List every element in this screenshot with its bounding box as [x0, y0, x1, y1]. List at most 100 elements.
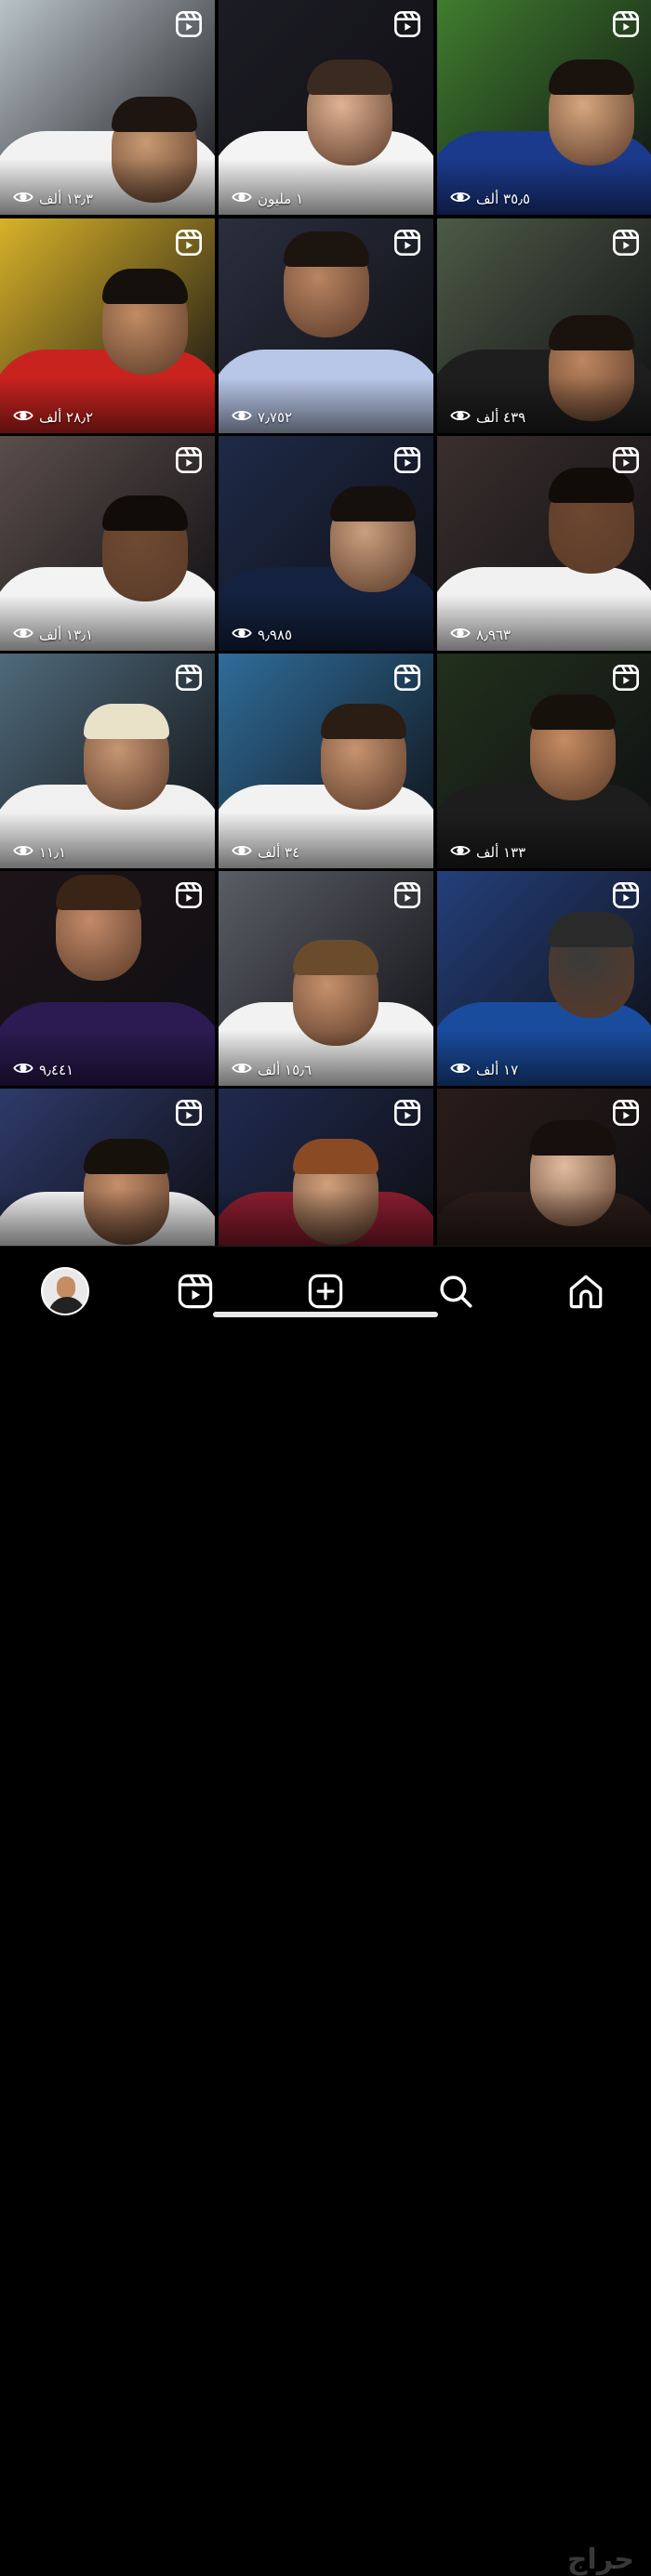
thumbnail-gradient [437, 1190, 651, 1246]
view-count: ١٣٫١ ألف [13, 626, 93, 644]
reel-thumbnail[interactable]: ٩٫٩٨٥ [219, 436, 433, 651]
player-hair [112, 97, 197, 132]
eye-icon [450, 626, 471, 644]
player-hair [549, 315, 634, 350]
view-count-label: ١٧ ألف [476, 1062, 519, 1078]
view-count: ٤٣٩ ألف [450, 408, 525, 427]
view-count-label: ٧٫٧٥٢ [258, 409, 293, 426]
player-hair [102, 495, 188, 531]
view-count-label: ٢٨٫٢ ألف [39, 409, 94, 426]
create-post-icon [308, 1274, 343, 1309]
reels-grid: ١٣٫٣ ألف ١ مليون ٣٥٫٥ ألف ٢٨٫٢ ألف ٧٫٧٥٢ ٤٣٩ … [0, 0, 651, 1246]
view-count-label: ٨٫٩٦٣ [476, 627, 512, 643]
reel-icon [174, 880, 204, 910]
reel-icon [611, 880, 641, 910]
view-count-label: ١٣٫١ ألف [39, 627, 94, 643]
reel-icon [392, 9, 422, 39]
reel-thumbnail[interactable]: ١٣٫٣ ألف [0, 0, 215, 215]
reel-icon [392, 1098, 422, 1128]
view-count: ٣٥٫٥ ألف [450, 190, 530, 208]
tab-create[interactable] [299, 1265, 352, 1317]
view-count-label: ٣٤ ألف [258, 844, 300, 861]
home-indicator [213, 1312, 438, 1317]
player-hair [530, 1120, 616, 1156]
eye-icon [13, 190, 33, 208]
avatar [41, 1267, 89, 1315]
search-icon [440, 1275, 472, 1308]
reel-thumbnail[interactable]: ١ مليون [219, 0, 433, 215]
player-hair [549, 59, 634, 95]
reel-thumbnail[interactable]: ٢٨٫٢ ألف [0, 218, 215, 433]
player-hair [84, 1139, 169, 1174]
view-count: ٩٫٩٨٥ [232, 626, 292, 644]
reel-thumbnail[interactable]: ٣٤ ألف [219, 654, 433, 868]
player-hair [307, 59, 392, 95]
view-count-label: ١٥٫٦ ألف [258, 1062, 312, 1078]
reel-icon [174, 9, 204, 39]
reel-icon [611, 445, 641, 475]
reel-thumbnail[interactable]: ٩٫٤٤١ [0, 871, 215, 1086]
reel-thumbnail[interactable]: ٤٣٩ ألف [437, 218, 651, 433]
view-count: ١ مليون [232, 190, 303, 208]
reel-icon [174, 1098, 204, 1128]
eye-icon [232, 408, 252, 427]
view-count: ١٧ ألف [450, 1061, 518, 1079]
reel-thumbnail[interactable]: ١٥٫٦ ألف [219, 871, 433, 1086]
eye-icon [450, 1061, 471, 1079]
view-count: ٩٫٤٤١ [13, 1061, 73, 1079]
player-hair [549, 912, 634, 947]
reel-thumbnail[interactable]: ٣٥٫٥ ألف [437, 0, 651, 215]
eye-icon [13, 843, 33, 862]
reel-thumbnail[interactable]: ١١٫١ [0, 654, 215, 868]
player-hair [293, 1139, 379, 1174]
reel-icon [174, 445, 204, 475]
player-hair [284, 231, 369, 267]
reel-thumbnail[interactable] [437, 1089, 651, 1246]
eye-icon [13, 1061, 33, 1079]
player-hair [293, 940, 379, 975]
eye-icon [13, 408, 33, 427]
player-hair [330, 486, 416, 522]
player-hair [321, 704, 406, 739]
view-count: ٣٤ ألف [232, 843, 299, 862]
home-icon [569, 1275, 603, 1309]
reel-thumbnail[interactable]: ٨٫٩٦٣ [437, 436, 651, 651]
bottom-tab-bar: حراج [0, 1246, 651, 2576]
reel-icon [392, 228, 422, 258]
view-count: ٨٫٩٦٣ [450, 626, 511, 644]
reel-thumbnail[interactable]: ١٣٫١ ألف [0, 436, 215, 651]
view-count-label: ١ مليون [258, 191, 304, 207]
tab-home[interactable] [560, 1265, 612, 1317]
reel-thumbnail[interactable]: ١٧ ألف [437, 871, 651, 1086]
view-count: ٢٨٫٢ ألف [13, 408, 93, 427]
reel-thumbnail[interactable] [0, 1089, 215, 1246]
view-count-label: ١٣٫٣ ألف [39, 191, 94, 207]
thumbnail-gradient [0, 1190, 215, 1246]
tab-reels[interactable] [169, 1265, 221, 1317]
eye-icon [232, 626, 252, 644]
view-count-label: ١٣٣ ألف [476, 844, 526, 861]
reels-icon [178, 1274, 213, 1309]
reel-thumbnail[interactable]: ٧٫٧٥٢ [219, 218, 433, 433]
player-hair [84, 704, 169, 739]
view-count: ١٥٫٦ ألف [232, 1061, 312, 1079]
view-count-label: ٩٫٤٤١ [39, 1062, 74, 1078]
tab-search[interactable] [430, 1265, 482, 1317]
reel-icon [392, 445, 422, 475]
reel-thumbnail[interactable]: ١٣٣ ألف [437, 654, 651, 868]
reel-icon [611, 1098, 641, 1128]
reel-icon [392, 663, 422, 693]
eye-icon [450, 408, 471, 427]
reel-icon [611, 9, 641, 39]
tab-profile[interactable] [39, 1265, 91, 1317]
reel-thumbnail[interactable] [219, 1089, 433, 1246]
view-count-label: ٩٫٩٨٥ [258, 627, 293, 643]
view-count: ١١٫١ [13, 843, 66, 862]
eye-icon [232, 1061, 252, 1079]
view-count-label: ١١٫١ [39, 844, 67, 861]
eye-icon [232, 843, 252, 862]
view-count: ١٣٣ ألف [450, 843, 525, 862]
eye-icon [450, 190, 471, 208]
reel-icon [392, 880, 422, 910]
reel-icon [174, 228, 204, 258]
